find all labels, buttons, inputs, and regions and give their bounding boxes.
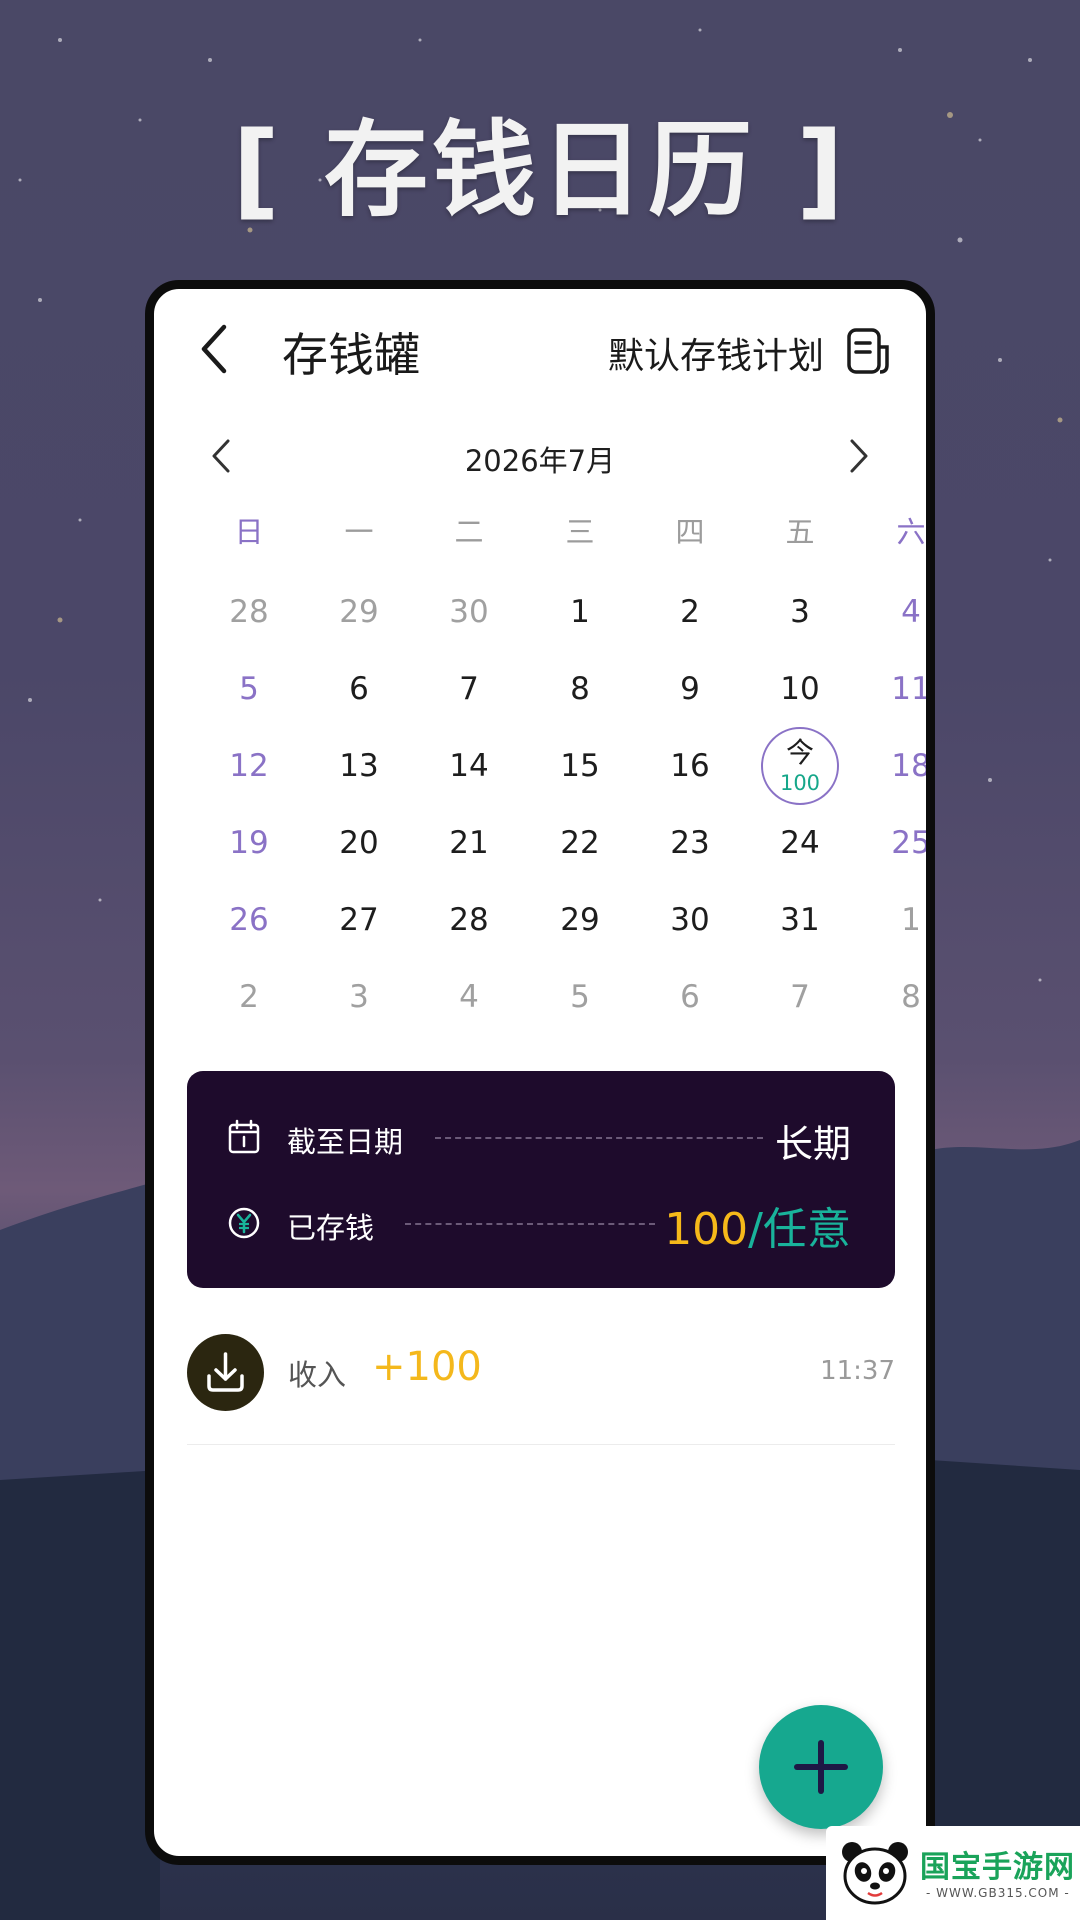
calendar-day[interactable]: 30	[414, 574, 524, 651]
calendar-day[interactable]: 8	[856, 959, 926, 1036]
saved-value: 100/任意	[664, 1193, 851, 1257]
calendar-day[interactable]: 27	[304, 882, 414, 959]
calendar-day[interactable]: 29	[525, 882, 635, 959]
watermark-text: 国宝手游网	[920, 1850, 1075, 1885]
saved-amount: 100	[664, 1204, 749, 1255]
top-bar: 存钱罐 默认存钱计划	[154, 289, 926, 409]
document-icon[interactable]	[846, 327, 890, 375]
weekday-label: 日	[234, 515, 264, 549]
weekday-label: 三	[565, 515, 595, 549]
calendar-day[interactable]: 3	[745, 574, 855, 651]
calendar-day-today[interactable]: 今 100	[745, 727, 855, 805]
chevron-left-icon[interactable]	[194, 321, 238, 377]
plan-selector[interactable]: 默认存钱计划	[608, 327, 824, 379]
calendar-day[interactable]: 1	[856, 882, 926, 959]
today-label: 今	[785, 736, 814, 769]
calendar-icon	[228, 1119, 260, 1154]
today-amount: 100	[779, 771, 821, 795]
calendar-day[interactable]: 1	[525, 574, 635, 651]
record-type: 收入	[288, 1358, 347, 1392]
calendar-day[interactable]: 11	[856, 651, 926, 728]
deadline-label: 截至日期	[287, 1125, 404, 1159]
weekday-label: 二	[454, 515, 484, 549]
calendar-day[interactable]: 9	[635, 651, 745, 728]
weekday-label: 五	[785, 515, 815, 549]
page-title: 存钱罐	[282, 328, 420, 382]
calendar-day[interactable]: 14	[414, 728, 524, 805]
divider	[187, 1444, 895, 1445]
calendar-day[interactable]: 2	[635, 574, 745, 651]
calendar-day[interactable]: 29	[304, 574, 414, 651]
weekday-label: 四	[675, 515, 705, 549]
next-month-icon[interactable]	[844, 436, 874, 476]
calendar-day[interactable]: 31	[745, 882, 855, 959]
calendar-day[interactable]: 28	[414, 882, 524, 959]
calendar-day[interactable]: 5	[525, 959, 635, 1036]
calendar-day[interactable]: 12	[194, 728, 304, 805]
calendar-day[interactable]: 4	[414, 959, 524, 1036]
today-ring: 今 100	[761, 727, 839, 805]
yen-coin-icon	[228, 1207, 260, 1239]
savings-summary-card: 截至日期 长期 已存钱 100/任意	[187, 1071, 895, 1288]
calendar-day[interactable]: 22	[525, 805, 635, 882]
calendar-day[interactable]: 30	[635, 882, 745, 959]
calendar-day[interactable]: 5	[194, 651, 304, 728]
site-watermark: 国宝手游网 - WWW.GB315.COM -	[826, 1826, 1080, 1920]
watermark-url: - WWW.GB315.COM -	[926, 1886, 1070, 1900]
calendar-day[interactable]: 23	[635, 805, 745, 882]
calendar-day[interactable]: 7	[745, 959, 855, 1036]
calendar-day[interactable]: 13	[304, 728, 414, 805]
add-record-button[interactable]	[759, 1705, 883, 1829]
calendar-day[interactable]: 25	[856, 805, 926, 882]
deadline-row: 截至日期 长期	[187, 1107, 895, 1167]
calendar-day[interactable]: 4	[856, 574, 926, 651]
calendar-day[interactable]: 15	[525, 728, 635, 805]
saved-label: 已存钱	[287, 1211, 375, 1245]
download-icon	[187, 1334, 264, 1411]
app-screen: 存钱罐 默认存钱计划 2026年7月 日 一 二 三 四 五 六 28 29 30 1…	[145, 280, 935, 1865]
calendar-day[interactable]: 26	[194, 882, 304, 959]
divider	[435, 1137, 763, 1139]
record-time: 11:37	[820, 1356, 895, 1386]
deadline-value: 长期	[774, 1122, 851, 1166]
calendar-day[interactable]: 16	[635, 728, 745, 805]
calendar-day[interactable]: 28	[194, 574, 304, 651]
calendar-day[interactable]: 7	[414, 651, 524, 728]
month-label: 2026年7月	[464, 444, 616, 478]
list-item[interactable]: 收入 +100 11:37	[187, 1324, 895, 1444]
calendar-day[interactable]: 2	[194, 959, 304, 1036]
calendar-day[interactable]: 19	[194, 805, 304, 882]
month-navigator: 2026年7月	[154, 424, 926, 494]
calendar-day[interactable]: 8	[525, 651, 635, 728]
calendar-day[interactable]: 6	[304, 651, 414, 728]
saved-row: 已存钱 100/任意	[187, 1193, 895, 1255]
weekday-label: 六	[896, 515, 926, 549]
calendar-day[interactable]: 10	[745, 651, 855, 728]
calendar-day[interactable]: 18	[856, 728, 926, 805]
panda-logo-icon	[842, 1842, 908, 1905]
divider	[405, 1223, 655, 1225]
plus-icon	[794, 1740, 848, 1794]
weekday-header: 日 一 二 三 四 五 六	[154, 499, 926, 559]
banner-title: [ 存钱日历 ]	[232, 109, 848, 231]
calendar-day[interactable]: 21	[414, 805, 524, 882]
calendar-day[interactable]: 20	[304, 805, 414, 882]
record-amount: +100	[372, 1344, 482, 1390]
calendar-day[interactable]: 24	[745, 805, 855, 882]
saved-target: /任意	[748, 1204, 851, 1255]
weekday-label: 一	[344, 515, 374, 549]
calendar-day[interactable]: 6	[635, 959, 745, 1036]
calendar-day[interactable]: 3	[304, 959, 414, 1036]
